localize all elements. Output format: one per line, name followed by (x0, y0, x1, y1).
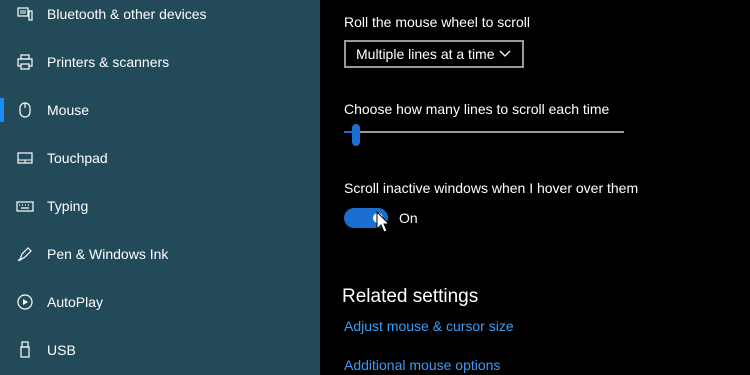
printer-icon (16, 53, 34, 71)
sidebar-item-autoplay[interactable]: AutoPlay (0, 278, 320, 326)
sidebar-item-label: Typing (47, 198, 89, 214)
mouse-icon (16, 101, 34, 119)
sidebar-item-mouse[interactable]: Mouse (0, 86, 320, 134)
sidebar-item-usb[interactable]: USB (0, 326, 320, 374)
sidebar-item-label: Mouse (47, 102, 90, 118)
usb-icon (16, 341, 34, 359)
chevron-down-icon (498, 47, 512, 64)
scroll-wheel-label: Roll the mouse wheel to scroll (344, 14, 530, 30)
related-settings-title: Related settings (342, 286, 479, 307)
sidebar-item-printers[interactable]: Printers & scanners (0, 38, 320, 86)
bluetooth-devices-icon (16, 5, 34, 23)
sidebar-item-bluetooth[interactable]: Bluetooth & other devices (0, 0, 320, 38)
autoplay-icon (16, 293, 34, 311)
adjust-mouse-cursor-link[interactable]: Adjust mouse & cursor size (344, 318, 514, 334)
sidebar: Bluetooth & other devices Printers & sca… (0, 0, 320, 375)
scroll-lines-slider-fill (344, 131, 353, 133)
scroll-inactive-label: Scroll inactive windows when I hover ove… (344, 180, 639, 196)
scroll-mode-dropdown[interactable]: Multiple lines at a time (344, 40, 524, 68)
keyboard-icon (16, 197, 34, 215)
mouse-pointer-icon (376, 210, 391, 240)
sidebar-item-touchpad[interactable]: Touchpad (0, 134, 320, 182)
scroll-lines-label: Choose how many lines to scroll each tim… (344, 101, 610, 117)
scroll-lines-slider-thumb[interactable] (352, 124, 361, 146)
sidebar-item-label: Printers & scanners (47, 54, 170, 70)
touchpad-icon (16, 149, 34, 167)
scroll-lines-slider-track[interactable] (344, 131, 624, 133)
sidebar-item-label: USB (47, 342, 76, 358)
main-panel: Roll the mouse wheel to scroll Multiple … (320, 0, 750, 375)
toggle-state-text: On (399, 210, 418, 226)
sidebar-item-label: Bluetooth & other devices (47, 6, 207, 22)
sidebar-item-label: Pen & Windows Ink (47, 246, 169, 262)
scroll-mode-value: Multiple lines at a time (356, 46, 495, 62)
pen-icon (16, 245, 34, 263)
sidebar-item-label: AutoPlay (47, 294, 104, 310)
sidebar-item-label: Touchpad (47, 150, 108, 166)
additional-mouse-options-link[interactable]: Additional mouse options (344, 357, 500, 373)
sidebar-item-typing[interactable]: Typing (0, 182, 320, 230)
active-indicator (0, 98, 4, 122)
sidebar-item-pen[interactable]: Pen & Windows Ink (0, 230, 320, 278)
